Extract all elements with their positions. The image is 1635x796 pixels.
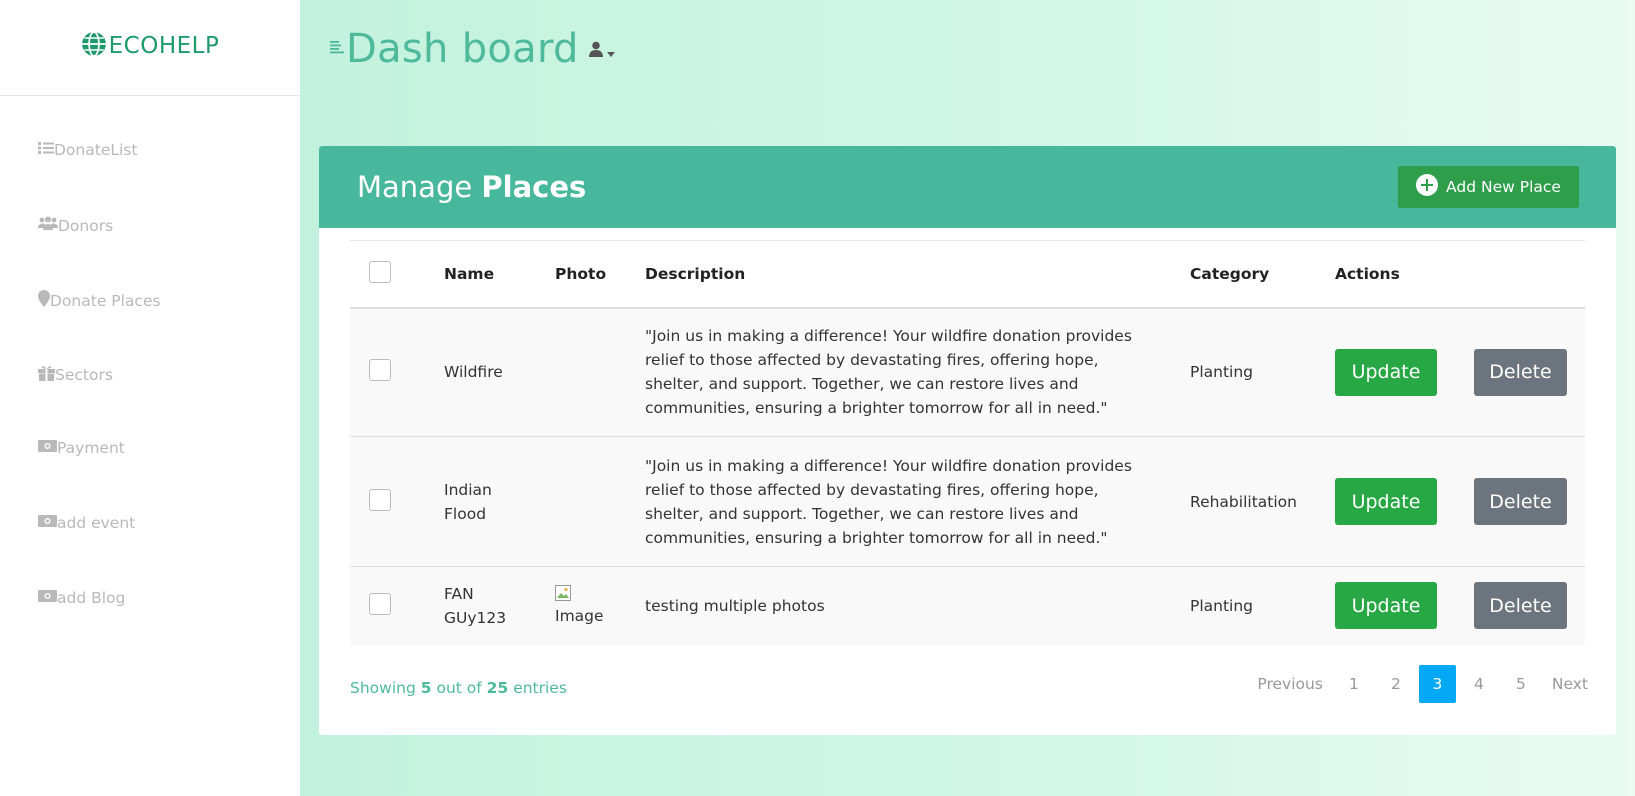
- users-icon: [38, 216, 58, 235]
- menu-lines-icon[interactable]: [330, 39, 344, 59]
- place-photo: [555, 308, 645, 437]
- place-description: "Join us in making a difference! Your wi…: [645, 456, 1132, 547]
- update-button[interactable]: Update: [1335, 582, 1437, 630]
- select-all-checkbox[interactable]: [369, 260, 391, 283]
- pagination-previous[interactable]: Previous: [1249, 665, 1331, 703]
- place-name: Indian Flood: [444, 480, 492, 523]
- pagination-page-2[interactable]: 2: [1377, 665, 1415, 703]
- table-row: Indian Flood "Join us in making a differ…: [350, 436, 1585, 567]
- entries-middle: out of: [436, 679, 482, 697]
- place-category: Planting: [1190, 596, 1254, 615]
- row-checkbox[interactable]: [369, 488, 391, 511]
- update-button[interactable]: Update: [1335, 348, 1437, 396]
- sidebar-item-donatelist[interactable]: DonateList: [38, 141, 137, 159]
- page-title: Dash board: [346, 26, 579, 72]
- row-checkbox[interactable]: [369, 359, 391, 382]
- card-title: Manage Places: [357, 170, 586, 204]
- table-header-row: Name Photo Description Category Actions: [350, 240, 1585, 308]
- row-checkbox[interactable]: [369, 592, 391, 615]
- money-icon: [38, 514, 57, 532]
- brand-name: ECOHELP: [108, 32, 220, 59]
- sidebar-item-add-blog[interactable]: add Blog: [38, 589, 125, 607]
- place-photo: [555, 437, 645, 567]
- plus-circle-icon: [1416, 174, 1439, 200]
- pagination-page-1[interactable]: 1: [1335, 665, 1373, 703]
- add-new-place-button[interactable]: Add New Place: [1398, 166, 1579, 208]
- money-icon: [38, 439, 57, 457]
- card-title-light: Manage: [357, 170, 473, 204]
- place-name: FAN GUy123: [444, 584, 507, 627]
- pagination: Previous 1 2 3 4 5 Next: [1245, 665, 1596, 703]
- photo-alt-text: Image: [555, 607, 604, 626]
- card-title-bold: Places: [481, 170, 587, 204]
- money-icon: [38, 589, 57, 607]
- entries-prefix: Showing: [350, 679, 416, 697]
- pagination-page-4[interactable]: 4: [1460, 665, 1498, 703]
- pagination-page-3[interactable]: 3: [1418, 665, 1456, 703]
- sidebar-item-donate-places[interactable]: Donate Places: [38, 290, 161, 311]
- pagination-page-5[interactable]: 5: [1502, 665, 1540, 703]
- sidebar-item-label: Donate Places: [50, 291, 161, 310]
- table-row: Wildfire "Join us in making a difference…: [350, 307, 1585, 437]
- column-header-description: Description: [645, 264, 746, 283]
- card-header: Manage Places Add New Place: [319, 146, 1616, 228]
- sidebar-item-label: add event: [57, 514, 136, 532]
- update-button[interactable]: Update: [1335, 478, 1437, 525]
- sidebar-item-donors[interactable]: Donors: [38, 216, 113, 235]
- globe-icon: [81, 30, 107, 61]
- delete-button[interactable]: Delete: [1474, 478, 1567, 525]
- delete-button[interactable]: Delete: [1474, 348, 1567, 396]
- sidebar: ECOHELP DonateList Donors Donate Places: [0, 0, 300, 796]
- sidebar-item-label: DonateList: [54, 141, 138, 159]
- sidebar-item-label: Sectors: [55, 366, 113, 384]
- entries-info: Showing 5 out of 25 entries: [350, 679, 567, 697]
- column-header-actions: Actions: [1335, 264, 1400, 283]
- gift-icon: [38, 365, 55, 385]
- map-marker-icon: [38, 290, 50, 311]
- sidebar-item-label: Donors: [58, 216, 114, 235]
- entries-shown: 5: [420, 679, 432, 697]
- sidebar-item-label: Payment: [57, 439, 125, 457]
- manage-places-card: Manage Places Add New Place Name Photo D…: [319, 146, 1616, 735]
- list-icon: [38, 141, 54, 159]
- column-header-category: Category: [1190, 264, 1270, 283]
- sidebar-item-sectors[interactable]: Sectors: [38, 365, 113, 385]
- place-name: Wildfire: [444, 363, 503, 382]
- pagination-next[interactable]: Next: [1544, 665, 1596, 703]
- place-photo: Image: [555, 585, 604, 626]
- place-category: Planting: [1190, 363, 1254, 382]
- add-new-place-label: Add New Place: [1446, 178, 1561, 196]
- sidebar-item-label: add Blog: [57, 589, 126, 607]
- column-header-name: Name: [444, 264, 495, 283]
- chevron-down-icon: [606, 42, 615, 61]
- column-header-photo: Photo: [555, 264, 607, 283]
- table-row: FAN GUy123 Image testing multiple photos…: [350, 566, 1585, 645]
- place-description: testing multiple photos: [645, 596, 825, 615]
- place-category: Rehabilitation: [1190, 492, 1297, 511]
- brand[interactable]: ECOHELP: [0, 0, 300, 96]
- place-description: "Join us in making a difference! Your wi…: [645, 327, 1132, 418]
- user-menu[interactable]: [588, 41, 615, 61]
- delete-button[interactable]: Delete: [1474, 582, 1567, 630]
- sidebar-item-add-event[interactable]: add event: [38, 514, 135, 532]
- places-table: Name Photo Description Category Actions …: [350, 240, 1585, 645]
- broken-image-icon: [555, 585, 604, 606]
- entries-suffix: entries: [513, 679, 567, 697]
- main-content: Dash board Manage Places Add New Place N…: [300, 0, 1635, 796]
- sidebar-item-payment[interactable]: Payment: [38, 439, 125, 457]
- entries-total: 25: [486, 679, 509, 697]
- topbar: Dash board: [330, 26, 615, 72]
- user-icon: [588, 41, 603, 61]
